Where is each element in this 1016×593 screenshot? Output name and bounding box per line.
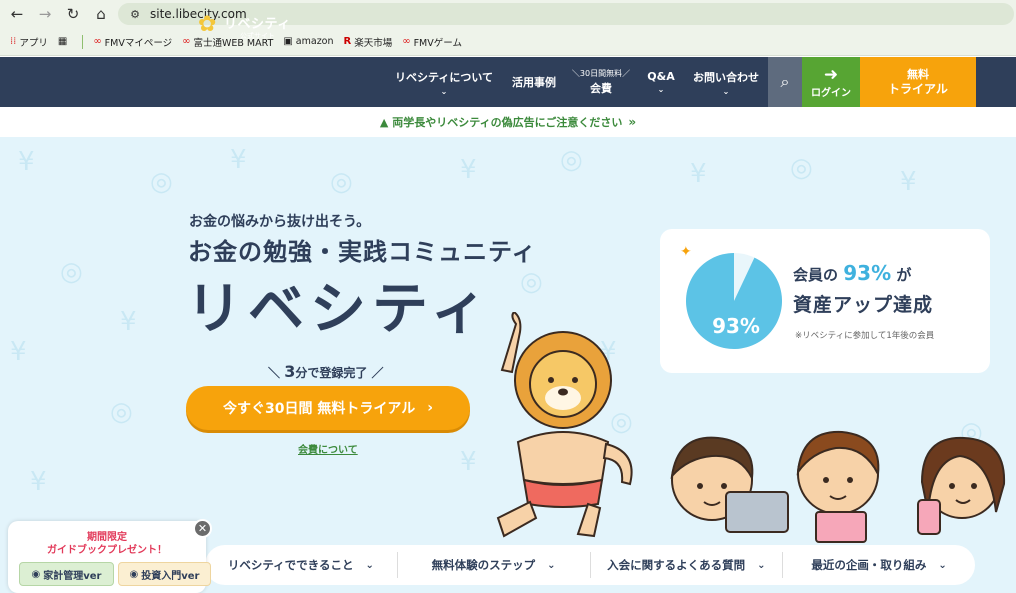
bookmark-fmv-game[interactable]: ∞ FMVゲーム <box>402 35 462 49</box>
coin-icon: ¥ <box>690 159 707 189</box>
chevron-down-icon: ⌄ <box>757 559 766 571</box>
free-trial-cta-button[interactable]: 今すぐ30日間 無料トライアル › <box>186 386 470 430</box>
nav-qa[interactable]: Q&A ⌄ <box>642 57 680 107</box>
header-filler <box>976 57 1016 107</box>
stat-note: ※リベシティに参加して1年後の会員 <box>795 331 935 341</box>
browser-toolbar: ← → ↻ ⌂ ⚙ site.libecity.com <box>0 0 1016 28</box>
pie-label: 93% <box>712 314 760 338</box>
coin-icon: ¥ <box>460 447 477 477</box>
site-logo[interactable]: ✿ リベシティ 公式サイト <box>198 10 302 42</box>
bookmark-fmv-mypage[interactable]: ∞ FMVマイページ <box>93 35 172 49</box>
rakuten-icon: R <box>343 36 352 47</box>
section-nav: リベシティでできること ⌄ 無料体験のステップ ⌄ 入会に関するよくある質問 ⌄ 最近… <box>205 545 975 585</box>
section-nav-faq[interactable]: 入会に関するよくある質問 ⌄ <box>591 552 784 578</box>
logo-leaf-icon: ✿ <box>198 12 217 37</box>
reload-icon[interactable]: ↻ <box>62 3 84 25</box>
chevron-right-icon: › <box>427 400 433 416</box>
site-settings-icon[interactable]: ⚙ <box>124 3 146 25</box>
chevron-down-icon: ⌄ <box>657 85 665 94</box>
lion-mascot-illustration <box>496 312 633 538</box>
nav-fee[interactable]: ＼30日間無料／ 会費 <box>568 57 634 107</box>
login-button[interactable]: ➜ ログイン <box>802 57 860 107</box>
coin-icon: ¥ <box>900 167 917 197</box>
coin-icon: ¥ <box>18 147 35 177</box>
guidebook-investment-button[interactable]: ◉ 投資入門ver <box>118 562 211 586</box>
coin-icon: ◎ <box>520 267 543 297</box>
section-nav-trial-steps[interactable]: 無料体験のステップ ⌄ <box>398 552 591 578</box>
fee-link[interactable]: 会費について <box>298 441 358 456</box>
double-chevron-right-icon: » <box>628 115 637 129</box>
hero-title: リベシティ <box>186 277 493 342</box>
members-illustration <box>670 430 1006 543</box>
hero-headline: お金の勉強・実践コミュニティ <box>188 238 537 266</box>
warning-icon: ▲ <box>379 115 389 129</box>
member-pie-chart: 93% <box>686 253 782 349</box>
section-nav-features[interactable]: リベシティでできること ⌄ <box>205 552 398 578</box>
bookmarks-bar: ⁞⁞ アプリ ▦ ∞ FMVマイページ ∞ 富士通WEB MART ▣ amazon R… <box>0 28 1016 56</box>
coin-icon: ¥ <box>460 155 477 185</box>
coin-icon: ¥ <box>120 307 137 337</box>
chevron-down-icon: ⌄ <box>440 86 448 96</box>
hero-tagline: お金の悩みから抜け出そう。 <box>189 214 371 230</box>
stat-line2: 資産アップ達成 <box>793 294 934 316</box>
coin-icon: ◎ <box>560 145 583 175</box>
guidebook-popup: 期間限定 ガイドブックプレゼント！ ◉ 家計管理ver ◉ 投資入門ver <box>8 521 211 593</box>
fmv-icon: ∞ <box>93 36 102 47</box>
money-bag-icon: ◉ <box>129 568 139 580</box>
coin-icon: ¥ <box>230 145 247 175</box>
search-button[interactable]: ⌕ <box>768 57 802 107</box>
coin-icon: ◎ <box>330 167 353 197</box>
coin-icon: ◎ <box>790 153 813 183</box>
chevron-down-icon: ⌄ <box>365 559 374 571</box>
coin-icon: ¥ <box>10 337 27 367</box>
fake-ad-warning-link[interactable]: ▲ 両学長やリベシティの偽広告にご注意ください » <box>0 107 1016 137</box>
coin-icon: ◎ <box>110 397 133 427</box>
forward-icon[interactable]: → <box>34 3 56 25</box>
chevron-down-icon: ⌄ <box>547 559 556 571</box>
popup-subtitle: ガイドブックプレゼント！ <box>47 545 167 556</box>
coin-icon: ◎ <box>60 257 83 287</box>
login-icon: ➜ <box>823 64 839 85</box>
search-icon: ⌕ <box>780 72 790 91</box>
nav-about[interactable]: リベシティについて ⌄ <box>392 57 496 107</box>
chevron-down-icon: ⌄ <box>722 86 730 96</box>
coin-icon: ¥ <box>30 467 47 497</box>
bookmark-rakuten[interactable]: R 楽天市場 <box>344 35 393 49</box>
section-nav-projects[interactable]: 最近の企画・取り組み ⌄ <box>783 552 975 578</box>
apps-grid-icon: ⁞⁞ <box>10 36 17 47</box>
fmv-icon: ∞ <box>402 36 411 47</box>
free-trial-button[interactable]: 無料 トライアル <box>860 57 976 107</box>
registration-time: ＼ 3分で登録完了 ／ <box>268 362 384 381</box>
fmv-icon: ∞ <box>182 36 191 47</box>
tab-groups-icon[interactable]: ▦ <box>58 36 70 47</box>
nav-contact[interactable]: お問い合わせ ⌄ <box>688 57 764 107</box>
chevron-down-icon: ⌄ <box>938 559 947 571</box>
coin-icon: ◎ <box>150 167 173 197</box>
bookmark-apps[interactable]: ⁞⁞ アプリ <box>10 35 48 49</box>
nav-cases[interactable]: 活用事例 <box>506 57 562 107</box>
back-icon[interactable]: ← <box>6 3 28 25</box>
bookmark-separator <box>82 34 84 49</box>
close-icon[interactable]: ✕ <box>193 519 212 538</box>
home-icon[interactable]: ⌂ <box>90 3 112 25</box>
stat-line1: 会員の 93% が <box>793 261 912 285</box>
guidebook-household-button[interactable]: ◉ 家計管理ver <box>19 562 114 586</box>
wallet-icon: ◉ <box>31 568 41 580</box>
